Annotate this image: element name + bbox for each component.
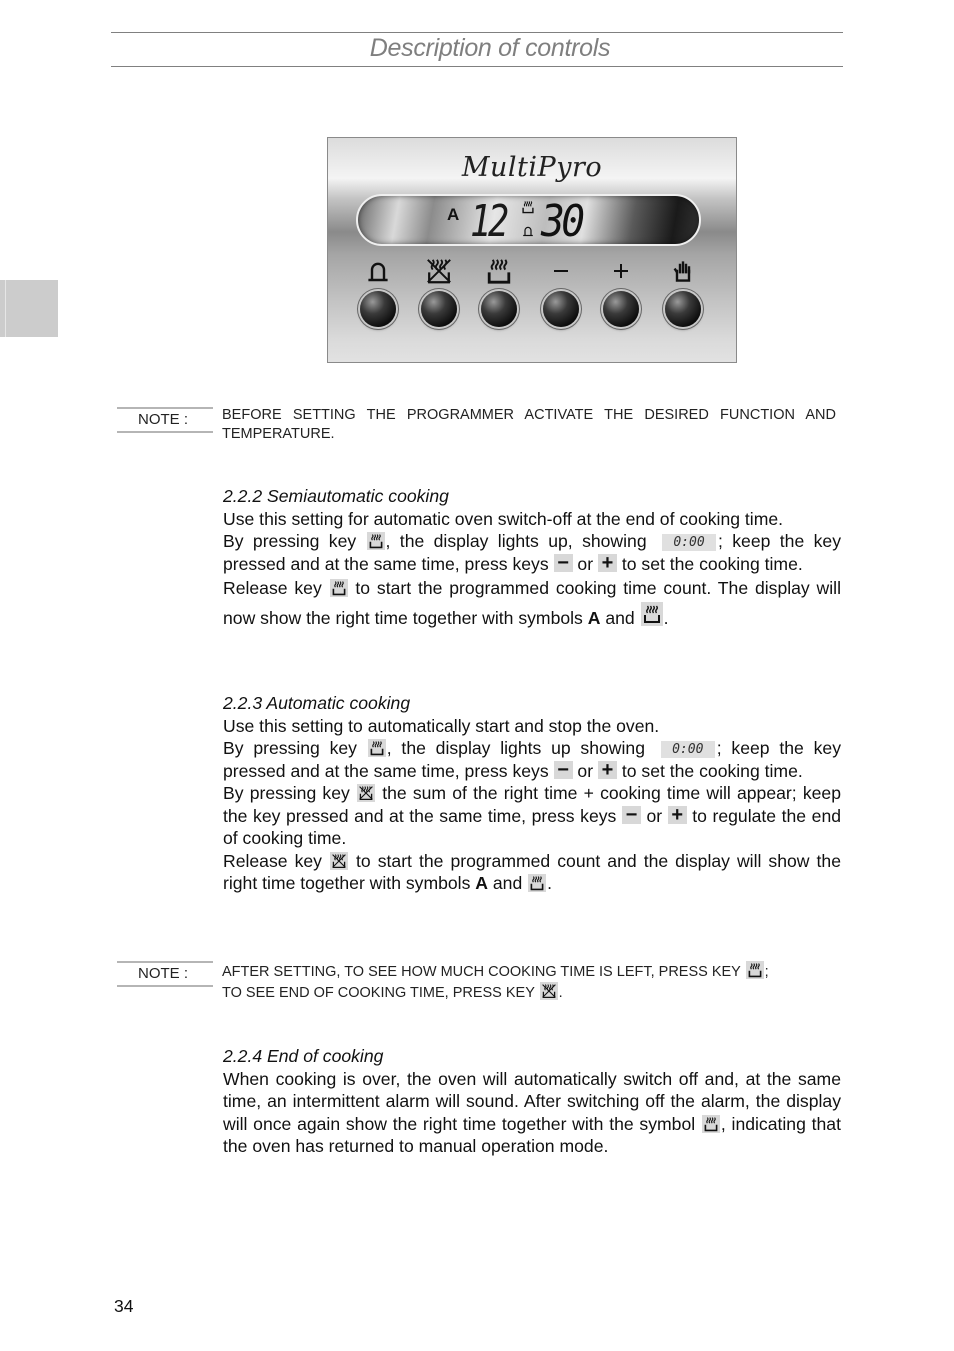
automatic-indicator: A — [447, 205, 460, 224]
minus-button[interactable] — [543, 291, 579, 327]
display-hours: 12 — [470, 196, 509, 247]
end-of-cooking-button[interactable] — [421, 291, 457, 327]
manual-key[interactable] — [663, 256, 703, 336]
bell-icon — [522, 224, 534, 238]
minus-icon: − — [621, 805, 641, 825]
section-end-of-cooking: 2.2.4 End of cooking When cooking is ove… — [223, 1045, 841, 1158]
cooking-icon — [366, 532, 385, 550]
section-semiautomatic-cooking: 2.2.2 Semiautomatic cooking Use this set… — [223, 485, 841, 632]
page-number: 34 — [114, 1296, 134, 1316]
note-label: NOTE : — [117, 407, 213, 433]
end-cooking-icon — [425, 257, 453, 285]
control-panel-illustration: MultiPyro A 12 30 — [327, 137, 737, 363]
minus-icon: − — [553, 553, 573, 573]
note-label: NOTE : — [117, 961, 213, 987]
header-rule-top — [111, 32, 843, 33]
display-minutes: 30 — [541, 196, 585, 247]
plus-key[interactable] — [601, 256, 641, 336]
programmer-display: A 12 30 — [356, 194, 701, 247]
bell-icon — [366, 259, 390, 283]
alarm-key[interactable] — [358, 256, 398, 336]
paragraph: By pressing key , the display lights up … — [223, 738, 841, 781]
end-of-cooking-key[interactable] — [419, 256, 459, 336]
cooking-icon — [528, 874, 547, 892]
hand-icon — [671, 258, 695, 284]
paragraph: By pressing key , the display lights up,… — [223, 531, 842, 574]
paragraph: When cooking is over, the oven will auto… — [223, 1068, 841, 1157]
paragraph: Use this setting to automatically start … — [223, 715, 660, 736]
end-cooking-icon — [357, 784, 375, 802]
header-rule-bottom — [111, 66, 843, 67]
plus-button[interactable] — [603, 291, 639, 327]
minus-icon: − — [553, 760, 573, 780]
lcd-value: 0:00 — [660, 741, 715, 758]
cooking-icon — [640, 602, 663, 626]
cooking-time-key[interactable] — [479, 256, 519, 336]
alarm-button[interactable] — [360, 291, 396, 327]
section-automatic-cooking: 2.2.3 Automatic cooking Use this setting… — [223, 692, 841, 895]
end-cooking-icon — [539, 982, 558, 1000]
cooking-icon — [329, 579, 348, 597]
cooking-icon — [520, 200, 536, 214]
note-text: AFTER SETTING, TO SEE HOW MUCH COOKING T… — [222, 961, 836, 1003]
page-title: Description of controls — [369, 34, 611, 62]
minus-icon — [554, 270, 568, 272]
programmer-keys — [328, 256, 736, 336]
brand-logo: MultiPyro — [461, 152, 603, 183]
section-heading: 2.2.3 Automatic cooking — [223, 693, 411, 713]
manual-button[interactable] — [665, 291, 701, 327]
note-text: BEFORE SETTING THE PROGRAMMER ACTIVATE T… — [222, 407, 836, 442]
lcd-value: 0:00 — [662, 534, 716, 551]
section-heading: 2.2.4 End of cooking — [223, 1046, 384, 1066]
cooking-icon — [745, 961, 764, 979]
cooking-icon — [701, 1114, 720, 1133]
paragraph: Release key to start the programmed coun… — [223, 850, 841, 894]
section-heading: 2.2.2 Semiautomatic cooking — [223, 486, 449, 506]
plus-icon: + — [667, 805, 687, 825]
plus-icon: + — [597, 760, 617, 780]
cooking-icon — [485, 257, 513, 285]
paragraph: Release key to start the programmed cook… — [223, 578, 841, 628]
paragraph: Use this setting for automatic oven swit… — [223, 508, 784, 529]
plus-icon — [614, 264, 628, 278]
chapter-tab — [0, 280, 58, 337]
end-cooking-icon — [330, 851, 348, 870]
minus-key[interactable] — [541, 256, 581, 336]
paragraph: By pressing key the sum of the right tim… — [223, 783, 842, 848]
cooking-icon — [367, 739, 386, 757]
plus-icon: + — [597, 553, 617, 573]
cooking-time-button[interactable] — [481, 291, 517, 327]
